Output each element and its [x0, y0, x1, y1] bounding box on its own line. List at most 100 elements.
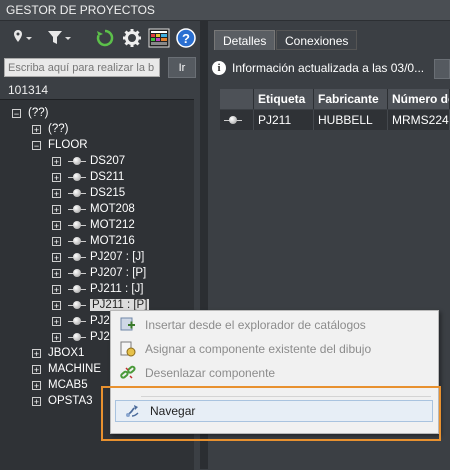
- tree-node-label: MOT216: [90, 235, 135, 247]
- expand-icon[interactable]: +: [52, 156, 61, 166]
- table-cell[interactable]: HUBBELL: [314, 110, 388, 130]
- window-title: GESTOR DE PROYECTOS: [6, 3, 155, 17]
- tree-node-floor[interactable]: − FLOOR: [32, 137, 88, 153]
- menu-item-unlink[interactable]: Desenlazar componente: [111, 362, 436, 384]
- tree-leaf[interactable]: + DS215: [52, 185, 125, 201]
- location-filter-icon[interactable]: [10, 27, 36, 49]
- tab-connections[interactable]: Conexiones: [276, 30, 358, 50]
- menu-item-navigate[interactable]: Navegar: [115, 400, 433, 422]
- expand-icon[interactable]: +: [52, 236, 61, 246]
- grid-header[interactable]: Fabricante: [314, 89, 388, 109]
- catalog-icon[interactable]: [147, 27, 171, 49]
- tree-leaf[interactable]: + PJ207 : [P]: [52, 265, 146, 281]
- expand-icon[interactable]: +: [52, 332, 61, 342]
- expand-icon[interactable]: +: [52, 316, 61, 326]
- project-code: 101314: [8, 83, 49, 97]
- tree-node[interactable]: + OPSTA3: [32, 393, 93, 409]
- grid-header[interactable]: Número de: [388, 89, 450, 109]
- tree-leaf[interactable]: + DS211: [52, 169, 124, 185]
- component-icon: [68, 173, 86, 181]
- tree-node[interactable]: + MACHINE: [32, 361, 101, 377]
- expand-icon[interactable]: +: [32, 348, 41, 358]
- component-icon: [68, 269, 86, 277]
- expand-icon[interactable]: +: [32, 396, 41, 406]
- component-icon: [224, 116, 242, 124]
- table-row-icon-cell[interactable]: [220, 110, 254, 130]
- component-icon: [68, 317, 86, 325]
- collapse-icon[interactable]: −: [32, 140, 41, 150]
- tree-node-label: MCAB5: [48, 379, 88, 391]
- component-icon: [68, 157, 86, 165]
- tree-node-label: JBOX1: [48, 347, 85, 359]
- info-bar-button[interactable]: [434, 59, 450, 79]
- expand-icon[interactable]: +: [52, 268, 61, 278]
- expand-icon[interactable]: +: [52, 188, 61, 198]
- search-input[interactable]: Escriba aquí para realizar la b: [4, 58, 160, 77]
- tree-node[interactable]: + MCAB5: [32, 377, 88, 393]
- component-icon: [68, 189, 86, 197]
- tree-node-label: PJ207 : [P]: [90, 267, 147, 279]
- menu-item-label: Navegar: [150, 404, 196, 418]
- expand-icon[interactable]: +: [52, 252, 61, 262]
- tree-leaf[interactable]: + MOT212: [52, 217, 135, 233]
- menu-item-label: Asignar a componente existente del dibuj…: [145, 342, 372, 356]
- tree-node-label: PJ207 : [J]: [90, 251, 145, 263]
- grid-header[interactable]: Etiqueta: [254, 89, 314, 109]
- tree-node-label: (??): [28, 107, 49, 119]
- expand-icon[interactable]: +: [52, 284, 61, 294]
- tree-leaf[interactable]: + MOT208: [52, 201, 135, 217]
- component-icon: [68, 333, 86, 341]
- table-cell[interactable]: PJ211: [254, 110, 314, 130]
- tree-node-label: DS215: [90, 187, 126, 199]
- funnel-filter-icon[interactable]: [46, 27, 74, 49]
- settings-gear-icon[interactable]: [121, 27, 143, 49]
- expand-icon[interactable]: +: [52, 204, 61, 214]
- tree-leaf[interactable]: + PJ207 : [J]: [52, 249, 144, 265]
- info-bar: i Información actualizada a las 03/0...: [212, 57, 450, 79]
- tree-leaf[interactable]: + PJ211 : [J]: [52, 281, 143, 297]
- table-cell[interactable]: MRMS22425: [388, 110, 450, 130]
- expand-icon[interactable]: +: [32, 364, 41, 374]
- tree-node-label: MACHINE: [48, 363, 102, 375]
- go-button[interactable]: Ir: [168, 57, 196, 78]
- collapse-icon[interactable]: −: [12, 108, 21, 118]
- tree-node-label: DS211: [90, 171, 125, 183]
- expand-icon[interactable]: +: [32, 380, 41, 390]
- expand-icon[interactable]: +: [52, 172, 61, 182]
- tree-node-label: OPSTA3: [48, 395, 93, 407]
- component-icon: [68, 285, 86, 293]
- grid-header-blank: [220, 89, 254, 109]
- expand-icon[interactable]: +: [32, 124, 41, 134]
- menu-item-assign-component[interactable]: Asignar a componente existente del dibuj…: [111, 338, 436, 360]
- tree-node-label: MOT212: [90, 219, 135, 231]
- assign-component-icon: [117, 340, 139, 358]
- help-icon[interactable]: ?: [175, 27, 197, 49]
- menu-item-insert-catalog[interactable]: Insertar desde el explorador de catálogo…: [111, 314, 436, 336]
- title-bar: GESTOR DE PROYECTOS: [0, 0, 450, 21]
- tree-leaf[interactable]: + DS207: [52, 153, 125, 169]
- info-text: Información actualizada a las 03/0...: [232, 61, 425, 75]
- context-menu: Insertar desde el explorador de catálogo…: [110, 310, 439, 434]
- toolbar: ?: [0, 21, 200, 54]
- tree-node[interactable]: + (??): [32, 121, 68, 137]
- tree-node-label: DS207: [90, 155, 126, 167]
- tree-node-label: PJ2: [90, 331, 110, 343]
- expand-icon[interactable]: +: [52, 220, 61, 230]
- svg-text:?: ?: [182, 31, 190, 46]
- catalog-insert-icon: [117, 316, 139, 334]
- component-icon: [68, 205, 86, 213]
- search-row: Escriba aquí para realizar la b Ir: [0, 56, 200, 80]
- component-icon: [68, 253, 86, 261]
- tree-node[interactable]: + JBOX1: [32, 345, 84, 361]
- unlink-icon: [117, 364, 139, 382]
- tab-details[interactable]: Detalles: [214, 30, 276, 50]
- tree-leaf[interactable]: + PJ2: [52, 313, 110, 329]
- component-icon: [68, 301, 86, 309]
- tree-root[interactable]: − (??): [12, 105, 48, 121]
- tree-leaf[interactable]: + MOT216: [52, 233, 135, 249]
- refresh-icon[interactable]: [94, 27, 116, 49]
- component-icon: [68, 237, 86, 245]
- menu-separator: [141, 396, 431, 397]
- expand-icon[interactable]: +: [52, 300, 61, 310]
- tree-leaf[interactable]: + PJ2: [52, 329, 110, 345]
